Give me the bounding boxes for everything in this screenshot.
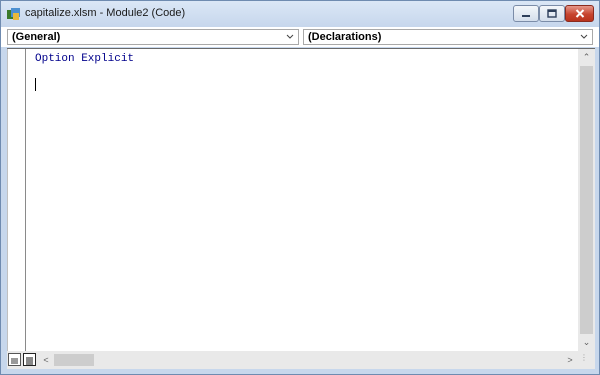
full-module-view-button[interactable] bbox=[23, 353, 36, 366]
text-cursor bbox=[35, 78, 36, 91]
chevron-left-icon: < bbox=[43, 355, 49, 365]
procedure-dropdown-value: (Declarations) bbox=[308, 31, 382, 43]
window-title: capitalize.xlsm - Module2 (Code) bbox=[25, 7, 186, 19]
maximize-button[interactable] bbox=[539, 5, 565, 22]
scroll-up-button[interactable]: ⌃ bbox=[578, 49, 595, 66]
horizontal-scroll-thumb[interactable] bbox=[54, 354, 94, 366]
procedure-view-button[interactable] bbox=[8, 353, 21, 366]
chevron-up-icon: ⌃ bbox=[582, 52, 591, 62]
vertical-scroll-thumb[interactable] bbox=[580, 66, 593, 334]
procedure-dropdown[interactable]: (Declarations) bbox=[303, 29, 593, 45]
object-dropdown-value: (General) bbox=[12, 31, 61, 43]
margin-indicator-bar[interactable] bbox=[7, 49, 26, 351]
vba-module-icon bbox=[7, 8, 20, 20]
vertical-scrollbar[interactable]: ⌃ ⌄ bbox=[578, 49, 595, 351]
title-bar[interactable]: capitalize.xlsm - Module2 (Code) bbox=[1, 1, 599, 27]
maximize-icon bbox=[547, 9, 557, 18]
resize-grip-icon[interactable]: ⋮ bbox=[580, 354, 592, 367]
close-button[interactable] bbox=[565, 5, 594, 22]
code-editor[interactable]: Option Explicit ⌃ ⌄ < > ⋮ bbox=[7, 48, 595, 369]
scroll-down-button[interactable]: ⌄ bbox=[578, 334, 595, 351]
full-module-view-icon bbox=[26, 357, 33, 365]
chevron-down-icon: ⌄ bbox=[582, 337, 591, 347]
bottom-bar: < > ⋮ bbox=[7, 351, 595, 369]
code-area[interactable]: Option Explicit bbox=[27, 49, 578, 351]
scroll-left-button[interactable]: < bbox=[39, 351, 53, 369]
code-window-dropdown-bar: (General) (Declarations) bbox=[1, 27, 599, 47]
minimize-icon bbox=[522, 14, 530, 17]
code-window: capitalize.xlsm - Module2 (Code) (Genera… bbox=[0, 0, 600, 375]
minimize-button[interactable] bbox=[513, 5, 539, 22]
chevron-right-icon: > bbox=[567, 355, 573, 365]
code-line[interactable]: Option Explicit bbox=[35, 53, 134, 65]
close-icon bbox=[575, 9, 584, 18]
chevron-down-icon bbox=[286, 34, 294, 39]
procedure-view-icon bbox=[11, 358, 18, 364]
chevron-down-icon bbox=[580, 34, 588, 39]
object-dropdown[interactable]: (General) bbox=[7, 29, 299, 45]
scroll-right-button[interactable]: > bbox=[563, 351, 577, 369]
